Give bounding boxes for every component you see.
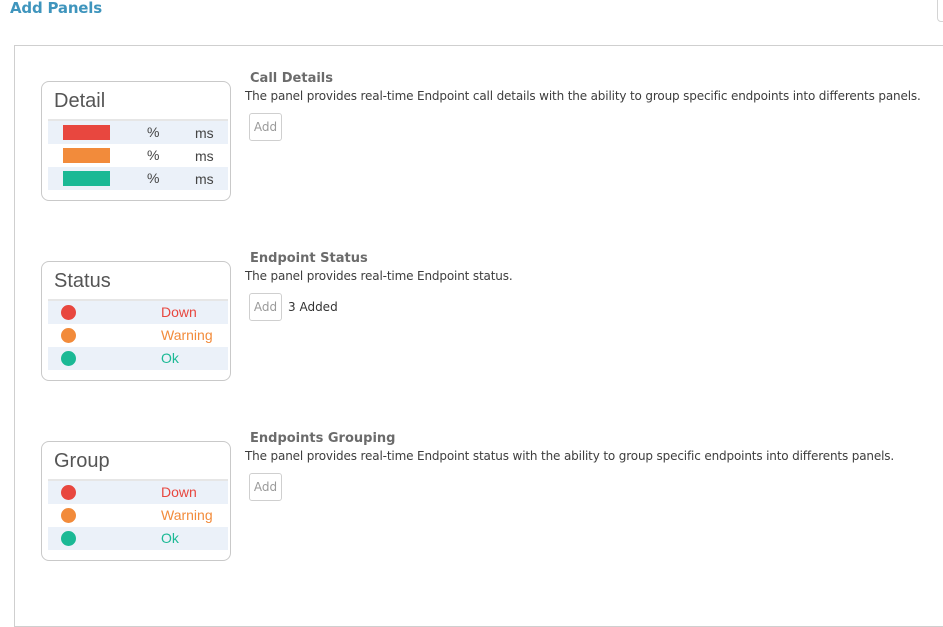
status-dot-ok-icon — [61, 351, 76, 366]
preview-status: Status Down Warning Ok — [41, 261, 231, 381]
add-button[interactable]: Add — [249, 113, 282, 141]
page-title: Add Panels — [10, 0, 102, 17]
status-label: Warning — [161, 327, 213, 343]
status-dot-warning-icon — [61, 508, 76, 523]
status-label: Down — [161, 484, 197, 500]
preview-detail: Detail % ms % ms % ms — [41, 81, 231, 201]
status-dot-ok-icon — [61, 531, 76, 546]
add-row: Add — [249, 113, 921, 141]
percent-label: % — [147, 124, 160, 140]
preview-table: % ms % ms % ms — [48, 119, 228, 190]
preview-row: Warning — [48, 504, 228, 527]
panels-container: Detail % ms % ms % ms Call Details The p… — [14, 45, 943, 627]
panel-title: Call Details — [250, 71, 333, 86]
status-label: Warning — [161, 507, 213, 523]
status-dot-down-icon — [61, 485, 76, 500]
preview-title: Status — [54, 270, 111, 292]
ms-label: ms — [195, 148, 214, 164]
preview-row: Warning — [48, 324, 228, 347]
preview-table: Down Warning Ok — [48, 299, 228, 370]
add-button[interactable]: Add — [249, 293, 282, 321]
ms-label: ms — [195, 171, 214, 187]
status-dot-down-icon — [61, 305, 76, 320]
panel-description: The panel provides real-time Endpoint ca… — [245, 89, 921, 103]
preview-row: Down — [48, 301, 228, 324]
preview-row: Ok — [48, 527, 228, 550]
preview-row: % ms — [48, 121, 228, 144]
status-label: Ok — [161, 530, 179, 546]
status-label: Down — [161, 304, 197, 320]
add-button[interactable]: Add — [249, 473, 282, 501]
preview-group: Group Down Warning Ok — [41, 441, 231, 561]
added-count: 3 Added — [288, 300, 338, 314]
color-swatch — [63, 171, 110, 186]
percent-label: % — [147, 170, 160, 186]
status-label: Ok — [161, 350, 179, 366]
add-row: Add 3 Added — [249, 293, 513, 321]
panel-title: Endpoint Status — [250, 251, 368, 266]
ms-label: ms — [195, 125, 214, 141]
status-dot-warning-icon — [61, 328, 76, 343]
add-row: Add — [249, 473, 894, 501]
panel-description: The panel provides real-time Endpoint st… — [245, 269, 513, 283]
preview-row: % ms — [48, 144, 228, 167]
corner-widget[interactable] — [937, 0, 943, 22]
preview-table: Down Warning Ok — [48, 479, 228, 550]
panel-description: The panel provides real-time Endpoint st… — [245, 449, 895, 463]
percent-label: % — [147, 147, 160, 163]
preview-row: Ok — [48, 347, 228, 370]
preview-row: % ms — [48, 167, 228, 190]
preview-title: Detail — [54, 90, 106, 112]
panel-info: Endpoints Grouping The panel provides re… — [245, 431, 894, 501]
panel-info: Endpoint Status The panel provides real-… — [245, 251, 513, 321]
panel-title: Endpoints Grouping — [250, 431, 396, 446]
preview-row: Down — [48, 481, 228, 504]
preview-title: Group — [54, 450, 110, 472]
color-swatch — [63, 148, 110, 163]
panel-info: Call Details The panel provides real-tim… — [245, 71, 921, 141]
color-swatch — [63, 125, 110, 140]
